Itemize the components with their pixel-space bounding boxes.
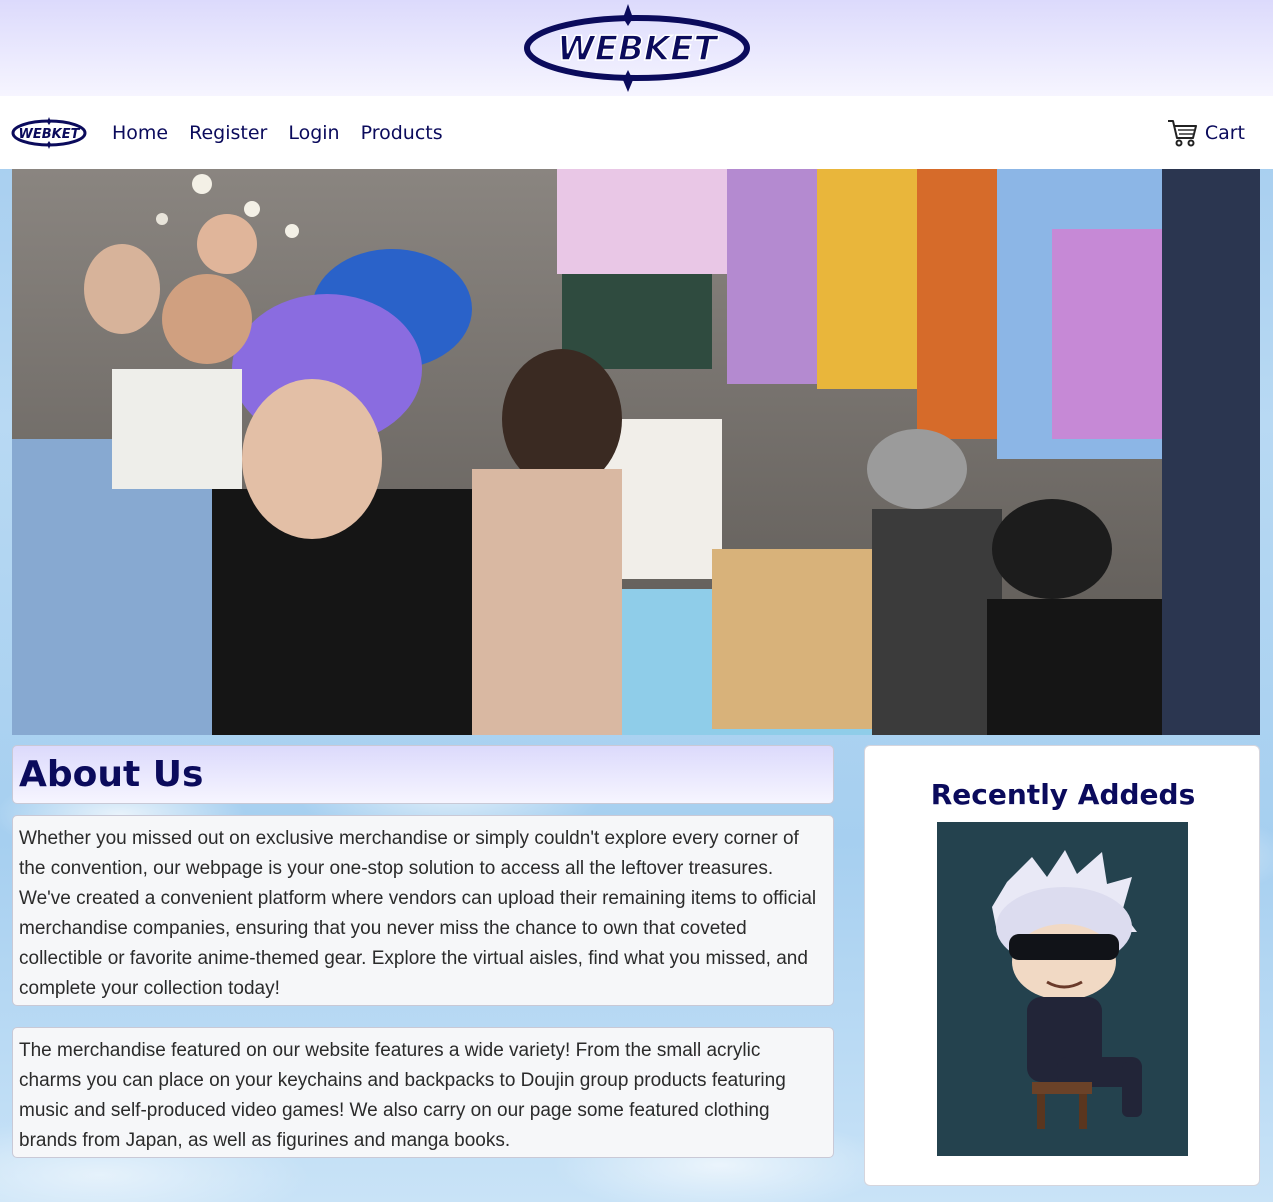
svg-text:WEBKET: WEBKET: [557, 29, 719, 69]
about-paragraph-1-text: Whether you missed out on exclusive merc…: [19, 828, 817, 999]
nav-register-link[interactable]: Register: [189, 122, 267, 144]
cart-label: Cart: [1204, 122, 1245, 144]
about-paragraph-2: The merchandise featured on our website …: [12, 1027, 834, 1158]
about-paragraph-2-text: The merchandise featured on our website …: [19, 1040, 786, 1151]
cart-button[interactable]: Cart: [1167, 118, 1245, 148]
recent-product-image[interactable]: [937, 822, 1188, 1156]
nav-home-link[interactable]: Home: [112, 122, 168, 144]
hero-image: [12, 169, 1260, 735]
about-title: About Us: [19, 754, 204, 795]
figurine-image: [937, 822, 1188, 1156]
nav-login-link[interactable]: Login: [288, 122, 339, 144]
nav-products-link[interactable]: Products: [361, 122, 443, 144]
svg-text:WEBKET: WEBKET: [19, 127, 81, 142]
cart-icon: [1167, 120, 1197, 147]
recently-added-card: Recently Addeds: [864, 745, 1260, 1186]
recently-added-title: Recently Addeds: [930, 778, 1196, 811]
main-navbar: WEBKET Home Register Login Products Cart: [0, 96, 1273, 169]
hero-convention-photo: [12, 169, 1260, 735]
about-paragraph-1: Whether you missed out on exclusive merc…: [12, 815, 834, 1006]
site-logo[interactable]: WEBKET: [522, 2, 752, 94]
about-title-box: About Us: [12, 745, 834, 804]
site-banner: WEBKET: [0, 0, 1273, 96]
nav-logo[interactable]: WEBKET: [10, 115, 88, 151]
